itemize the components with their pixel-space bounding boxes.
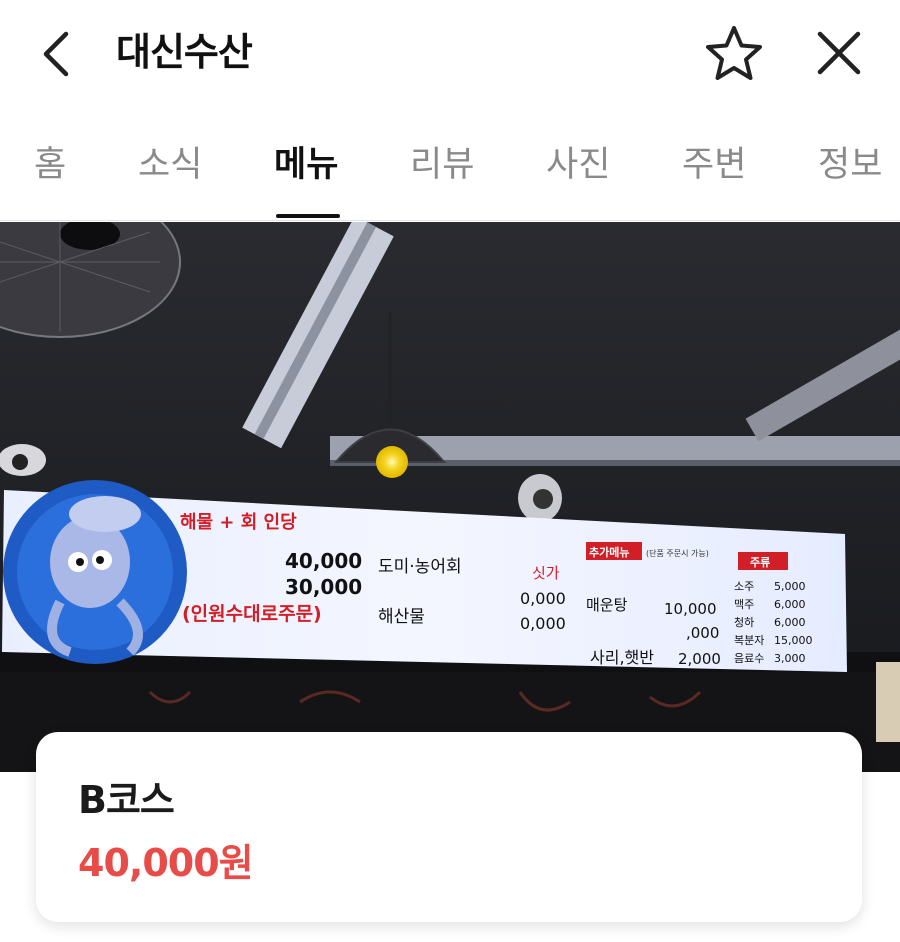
board-extra-item-1: 매운탕 <box>586 596 628 614</box>
board-item-sashimi: 도미·농어회 <box>378 557 462 577</box>
menu-item-price: 40,000원 <box>78 841 254 885</box>
board-col2-price-1: 0,000 <box>520 589 566 608</box>
menu-item-card[interactable]: B코스 40,000원 <box>36 732 862 922</box>
favorite-button[interactable] <box>702 22 766 86</box>
board-drinks-title: 주류 <box>750 556 770 569</box>
app-header: 대신수산 <box>0 0 900 110</box>
tab-info[interactable]: 정보 <box>818 142 882 188</box>
back-button[interactable] <box>36 26 80 82</box>
board-col2-price-2: 0,000 <box>520 614 566 633</box>
board-price-2: 30,000 <box>285 575 362 599</box>
tab-photos[interactable]: 사진 <box>546 142 610 188</box>
board-drink-name-2: 맥주 <box>734 598 754 611</box>
board-drink-name-5: 음료수 <box>734 652 764 665</box>
board-drink-name-3: 청하 <box>734 615 754 629</box>
board-drink-name-4: 복분자 <box>734 634 764 647</box>
page-title: 대신수산 <box>116 30 253 74</box>
menu-photo[interactable]: 해물 + 회 인당 40,000 30,000 (인원수대로주문) 도미·농어회… <box>0 222 900 772</box>
tab-menu[interactable]: 메뉴 <box>274 142 338 188</box>
tab-news[interactable]: 소식 <box>138 142 202 188</box>
board-note: (인원수대로주문) <box>182 603 322 625</box>
close-icon <box>817 31 861 75</box>
board-drink-price-4: 15,000 <box>774 634 813 647</box>
tab-reviews[interactable]: 리뷰 <box>410 142 474 188</box>
star-outline-icon <box>706 26 762 80</box>
board-extra-price-3: 2,000 <box>678 650 721 668</box>
board-price-1: 40,000 <box>285 549 362 573</box>
board-market-price: 싯가 <box>532 564 560 582</box>
close-button[interactable] <box>810 24 868 82</box>
board-extra-price-1: 10,000 <box>664 600 717 618</box>
tab-bar: 홈 소식 메뉴 리뷰 사진 주변 정보 <box>0 128 900 221</box>
menu-item-name: B코스 <box>78 778 175 822</box>
chevron-left-icon <box>43 31 69 77</box>
board-drink-price-5: 3,000 <box>774 652 806 665</box>
board-drink-price-1: 5,000 <box>774 580 806 593</box>
board-extra-price-2: ,000 <box>686 624 719 642</box>
active-tab-indicator <box>276 214 340 218</box>
board-headline: 해물 + 회 인당 <box>180 512 297 533</box>
tab-home[interactable]: 홈 <box>34 142 66 188</box>
board-item-seafood: 해산물 <box>378 607 425 627</box>
board-drink-price-2: 6,000 <box>774 598 806 611</box>
tab-nearby[interactable]: 주변 <box>682 142 746 188</box>
board-drink-price-3: 6,000 <box>774 616 806 629</box>
board-extra-title: 추가메뉴 <box>589 545 629 559</box>
board-extra-item-3: 사리,햇반 <box>590 648 654 667</box>
board-extra-note: (단품 주문시 가능) <box>646 548 709 558</box>
board-drink-name-1: 소주 <box>734 580 754 593</box>
